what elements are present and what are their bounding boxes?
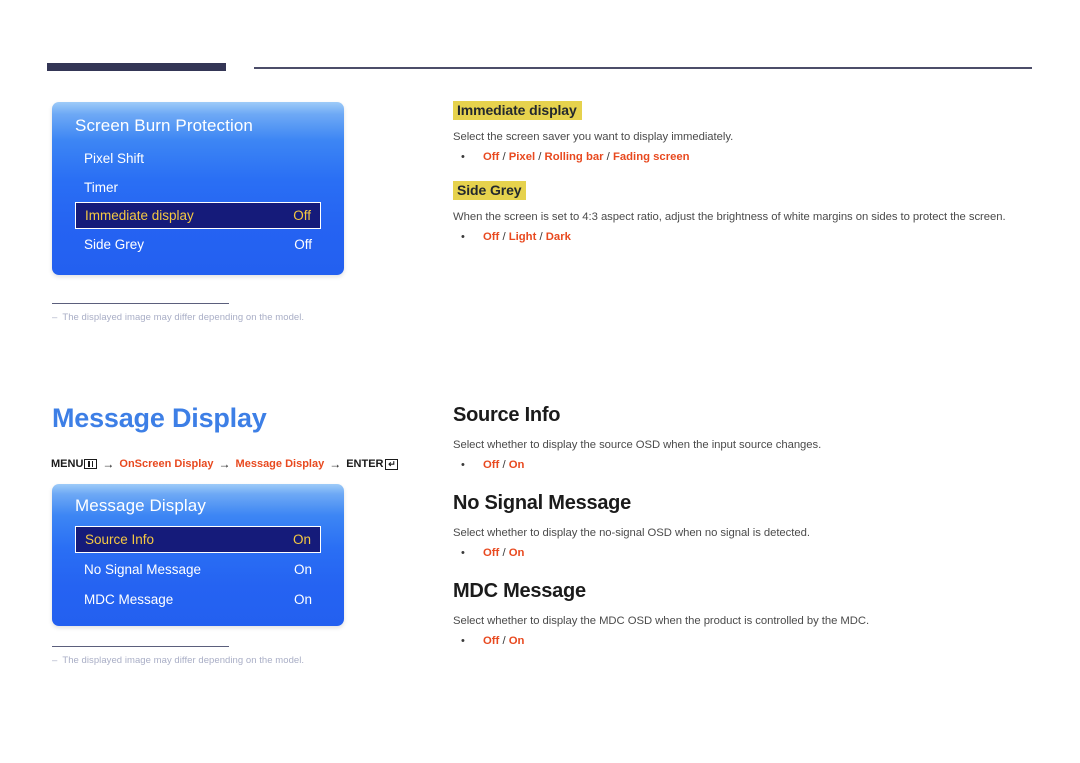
osd-row-value: On [292,532,311,547]
topic-heading-immediate-display: Immediate display [453,101,582,120]
option-separator: / [499,547,509,559]
osd-row-side-grey[interactable]: Side Grey Off [75,231,321,258]
option-separator: / [499,459,509,471]
osd-panel-screen-burn-protection: Screen Burn Protection Pixel Shift Timer… [52,102,344,275]
topic-heading-mdc-message: MDC Message [453,580,586,602]
option-value: Rolling bar [544,151,604,163]
breadcrumb-enter-label: ENTER [346,458,384,470]
option-list: Off / On [483,459,524,471]
bullet-dot: • [461,547,465,559]
osd-row-immediate-display[interactable]: Immediate display Off [75,202,321,229]
bullet-dot: • [461,151,465,163]
option-separator: / [603,151,613,163]
option-separator: / [499,151,509,163]
footnote-rule [52,646,229,648]
osd-row-value: On [293,592,312,607]
option-value: On [508,635,525,647]
footnote-dash: – [52,655,58,666]
option-separator: / [499,231,509,243]
topic-description-immediate-display: Select the screen saver you want to disp… [453,131,734,143]
breadcrumb-menu-label: MENU [51,458,84,470]
osd-row-no-signal-message[interactable]: No Signal Message On [75,556,321,583]
footnote-model-note: – The displayed image may differ dependin… [52,312,304,323]
topic-heading-source-info: Source Info [453,404,561,426]
header-rule-thin [254,67,1032,69]
option-list: Off / On [483,635,524,647]
option-value: Off [483,547,500,559]
header-rule [47,63,1032,75]
topic-options-mdc-message: • Off / On [461,635,524,647]
osd-row-value: Off [293,208,311,223]
osd-row-value: On [293,562,312,577]
breadcrumb-arrow: → [329,457,342,471]
topic-description-no-signal-message: Select whether to display the no-signal … [453,527,810,539]
menu-bars-icon [84,459,98,469]
osd-row-label: Timer [84,180,118,195]
osd-row-value: Off [294,237,312,252]
topic-heading-no-signal-message: No Signal Message [453,492,632,514]
breadcrumb-arrow: → [218,457,231,471]
footnote-text: The displayed image may differ depending… [62,312,305,323]
osd-row-label: Pixel Shift [84,151,145,166]
osd-row-pixel-shift[interactable]: Pixel Shift [75,145,321,172]
bullet-dot: • [461,231,465,243]
option-value: Pixel [508,151,536,163]
osd-row-source-info[interactable]: Source Info On [75,526,321,553]
option-value: Light [508,231,537,243]
osd-row-label: No Signal Message [84,562,202,577]
topic-options-source-info: • Off / On [461,459,524,471]
topic-heading-side-grey: Side Grey [453,181,527,200]
option-value: On [508,459,525,471]
osd-row-timer[interactable]: Timer [75,174,321,201]
topic-description-source-info: Select whether to display the source OSD… [453,439,822,451]
osd-row-label: Immediate display [85,208,194,223]
option-value: Dark [545,231,571,243]
page-title: Message Display [52,403,267,433]
footnote-dash: – [52,312,58,323]
osd-panel-message-display: Message Display Source Info On No Signal… [52,484,344,626]
breadcrumb: MENU → OnScreen Display → Message Displa… [51,457,399,471]
option-separator: / [536,231,546,243]
option-value: Off [483,231,500,243]
osd-title: Screen Burn Protection [75,116,253,135]
option-separator: / [499,635,509,647]
option-value: On [508,547,525,559]
osd-row-label: Side Grey [84,237,145,252]
bullet-dot: • [461,635,465,647]
breadcrumb-step-onscreen-display: OnScreen Display [119,458,214,470]
topic-options-side-grey: • Off / Light / Dark [461,231,571,243]
option-value: Off [483,635,500,647]
option-list: Off / Pixel / Rolling bar / Fading scree… [483,151,690,163]
option-value: Off [483,151,500,163]
header-rule-thick [47,63,226,71]
topic-options-no-signal-message: • Off / On [461,547,524,559]
bullet-dot: • [461,459,465,471]
topic-description-mdc-message: Select whether to display the MDC OSD wh… [453,615,870,627]
osd-row-mdc-message[interactable]: MDC Message On [75,586,321,613]
footnote-model-note: – The displayed image may differ dependin… [52,655,304,666]
option-value: Fading screen [612,151,690,163]
osd-title: Message Display [75,496,206,515]
footnote-text: The displayed image may differ depending… [62,655,305,666]
option-list: Off / Light / Dark [483,231,571,243]
option-value: Off [483,459,500,471]
osd-row-label: Source Info [85,532,155,547]
option-separator: / [535,151,545,163]
topic-options-immediate-display: • Off / Pixel / Rolling bar / Fading scr… [461,151,690,163]
topic-description-side-grey: When the screen is set to 4:3 aspect rat… [453,211,1006,223]
enter-return-icon: ↵ [385,458,399,470]
osd-row-label: MDC Message [84,592,174,607]
breadcrumb-arrow: → [102,457,115,471]
option-list: Off / On [483,547,524,559]
breadcrumb-step-message-display: Message Display [235,458,325,470]
footnote-rule [52,303,229,305]
